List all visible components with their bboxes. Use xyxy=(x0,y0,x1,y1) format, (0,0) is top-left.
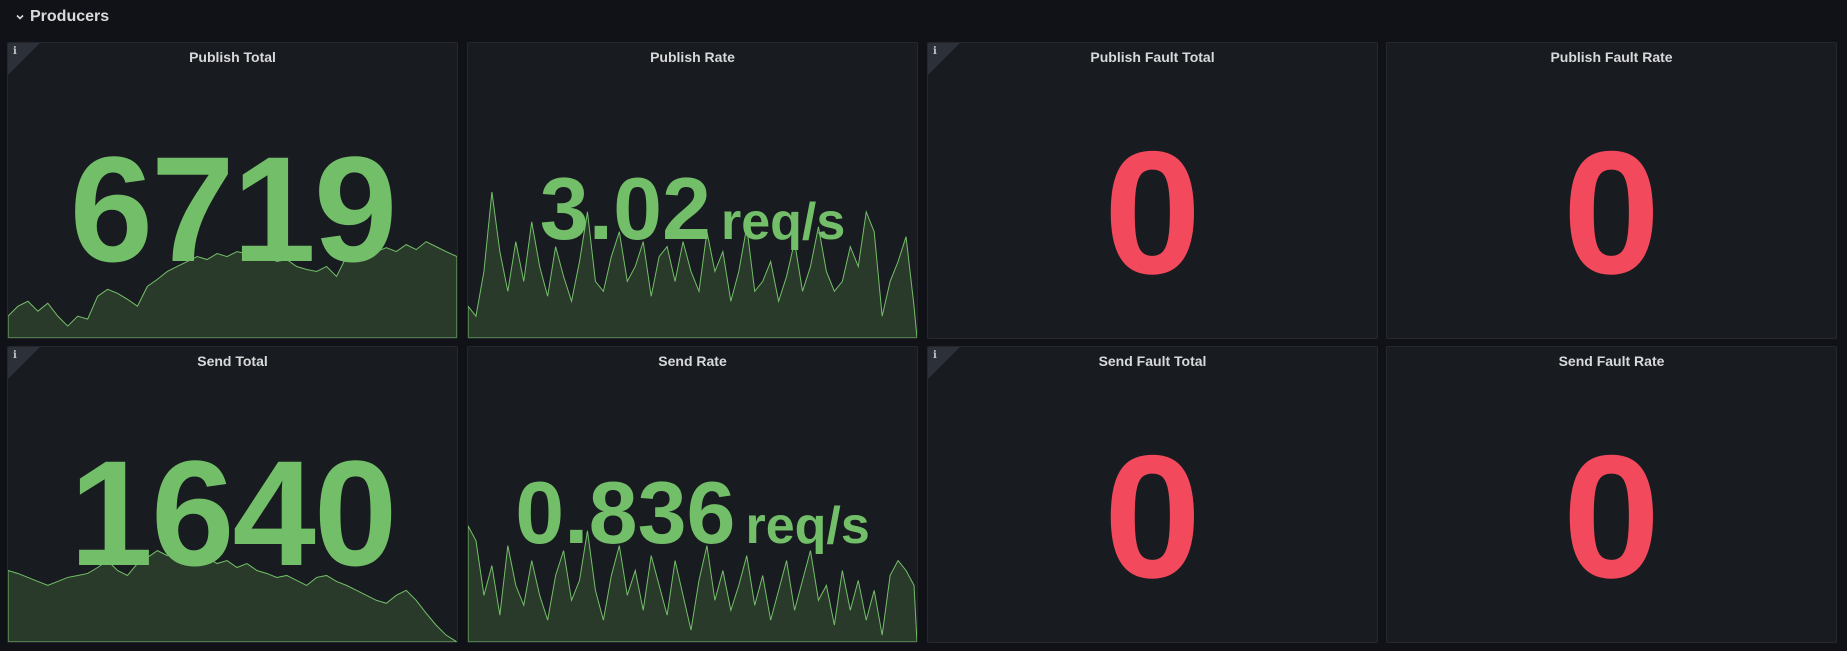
panel-title: Send Fault Rate xyxy=(1558,353,1665,369)
panel-publish-total[interactable]: i Publish Total 6719 xyxy=(7,42,458,339)
row-title: Producers xyxy=(30,8,110,25)
stat-value: 0.836 req/s xyxy=(468,462,917,564)
stat-value: 0 xyxy=(1103,420,1202,615)
panel-send-rate[interactable]: Send Rate 0.836 req/s xyxy=(467,346,918,643)
row-header-producers[interactable]: Producers xyxy=(14,8,109,26)
panel-publish-rate[interactable]: Publish Rate 3.02 req/s xyxy=(467,42,918,339)
stat-unit: req/s xyxy=(720,193,846,251)
panel-send-total[interactable]: i Send Total 1640 xyxy=(7,346,458,643)
panel-title: Publish Rate xyxy=(650,49,735,65)
stat-value: 0 xyxy=(1562,420,1661,615)
panel-title: Send Fault Total xyxy=(1098,353,1207,369)
stat-unit: req/s xyxy=(745,497,870,555)
panel-title: Send Total xyxy=(197,353,268,369)
panel-publish-fault-rate[interactable]: Publish Fault Rate 0 xyxy=(1386,42,1837,339)
panel-send-fault-rate[interactable]: Send Fault Rate 0 xyxy=(1386,346,1837,643)
chevron-down-icon[interactable] xyxy=(14,11,26,23)
panel-title: Publish Fault Rate xyxy=(1550,49,1673,65)
panel-send-fault-total[interactable]: i Send Fault Total 0 xyxy=(927,346,1378,643)
stat-number: 3.02 xyxy=(539,159,711,258)
panel-title: Publish Total xyxy=(189,49,276,65)
stat-number: 0.836 xyxy=(515,463,736,562)
stat-value: 0 xyxy=(1103,116,1202,311)
stat-value: 6719 xyxy=(69,125,398,293)
panel-title: Send Rate xyxy=(658,353,727,369)
panel-publish-fault-total[interactable]: i Publish Fault Total 0 xyxy=(927,42,1378,339)
stat-value: 1640 xyxy=(69,429,398,597)
stat-value: 3.02 req/s xyxy=(468,158,917,260)
panel-title: Publish Fault Total xyxy=(1090,49,1215,65)
stat-value: 0 xyxy=(1562,116,1661,311)
